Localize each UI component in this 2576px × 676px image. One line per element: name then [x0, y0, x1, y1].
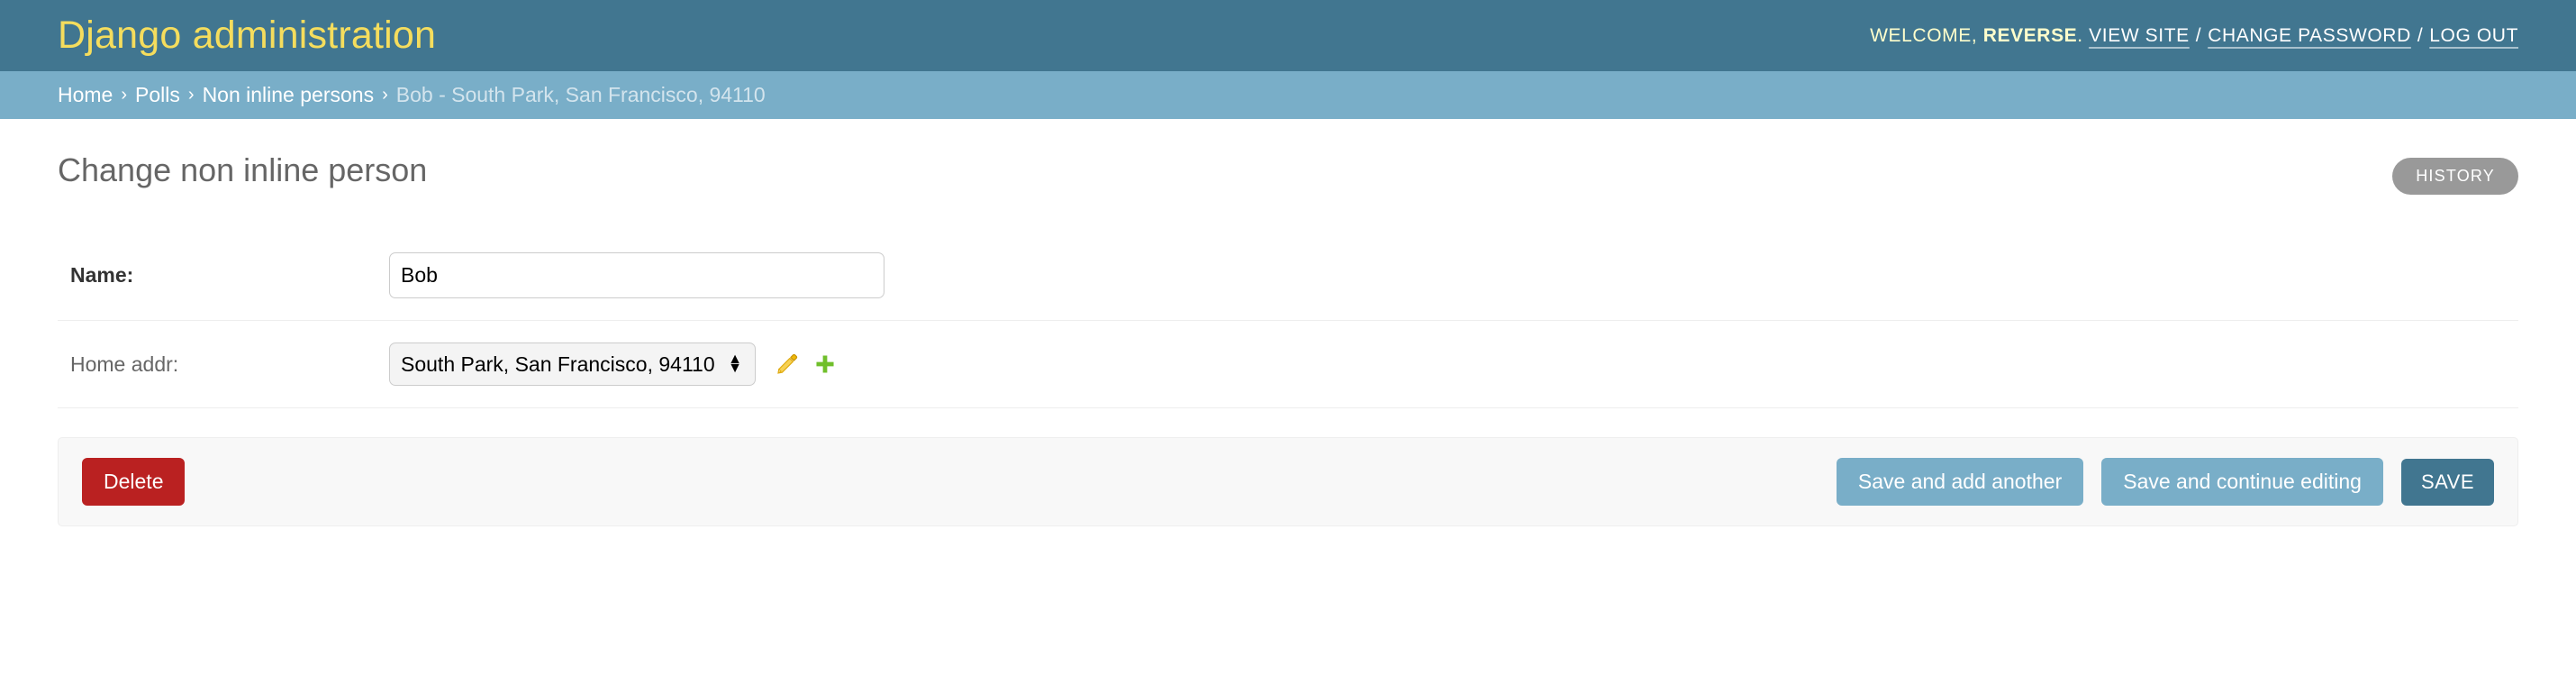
form-row-home-addr: Home addr: South Park, San Francisco, 94…	[58, 321, 2518, 408]
save-and-continue-editing-button[interactable]: Save and continue editing	[2101, 458, 2383, 507]
user-tools-separator-2: /	[2417, 24, 2424, 46]
change-form: Name: Home addr: South Park, San Francis…	[58, 231, 2518, 527]
breadcrumb-separator: ›	[382, 85, 388, 105]
admin-header: Django administration WELCOME, REVERSE .…	[0, 0, 2576, 71]
add-related-plus-icon[interactable]	[813, 352, 837, 376]
breadcrumb-separator: ›	[187, 85, 195, 105]
name-field-label: Name:	[70, 263, 134, 287]
home-addr-select[interactable]: South Park, San Francisco, 94110	[389, 343, 756, 386]
breadcrumb-item-current: Bob - South Park, San Francisco, 94110	[395, 83, 766, 106]
view-site-link[interactable]: VIEW SITE	[2089, 25, 2190, 47]
breadcrumb-item-non-inline-persons[interactable]: Non inline persons	[203, 83, 375, 107]
object-tools: HISTORY	[2392, 152, 2518, 195]
welcome-label: WELCOME,	[1870, 24, 1978, 46]
user-tools-separator-1: /	[2195, 24, 2202, 46]
page-title-row: Change non inline person HISTORY	[58, 119, 2518, 195]
username-label: REVERSE	[1982, 24, 2078, 46]
name-field-widget	[389, 252, 884, 298]
home-addr-field-label: Home addr:	[70, 352, 179, 376]
history-button[interactable]: HISTORY	[2392, 158, 2518, 195]
home-addr-select-wrapper: South Park, San Francisco, 94110 ▲ ▼	[389, 343, 756, 386]
change-related-pencil-icon[interactable]	[776, 352, 799, 376]
name-input[interactable]	[389, 252, 884, 298]
breadcrumb-item-home[interactable]: Home	[58, 83, 113, 107]
log-out-link[interactable]: LOG OUT	[2429, 25, 2518, 47]
breadcrumb-item-polls[interactable]: Polls	[135, 83, 180, 107]
save-button[interactable]: SAVE	[2400, 458, 2494, 506]
page-title: Change non inline person	[58, 151, 428, 188]
related-widget-wrapper	[776, 352, 837, 376]
home-addr-field-widget: South Park, San Francisco, 94110 ▲ ▼	[389, 343, 837, 386]
change-password-link[interactable]: CHANGE PASSWORD	[2208, 25, 2411, 47]
submit-row: Delete Save and add another Save and con…	[58, 437, 2518, 527]
form-row-name: Name:	[58, 231, 2518, 321]
breadcrumb: Home › Polls › Non inline persons › Bob …	[0, 71, 2576, 119]
save-and-add-another-button[interactable]: Save and add another	[1836, 458, 2084, 507]
site-branding-title[interactable]: Django administration	[58, 16, 436, 55]
delete-button[interactable]: Delete	[82, 458, 186, 507]
content-area: Change non inline person HISTORY Name: H…	[0, 119, 2576, 527]
breadcrumb-separator: ›	[121, 85, 128, 105]
save-buttons-group: Save and add another Save and continue e…	[1836, 458, 2494, 507]
user-tools: WELCOME, REVERSE . VIEW SITE / CHANGE PA…	[1870, 25, 2518, 47]
